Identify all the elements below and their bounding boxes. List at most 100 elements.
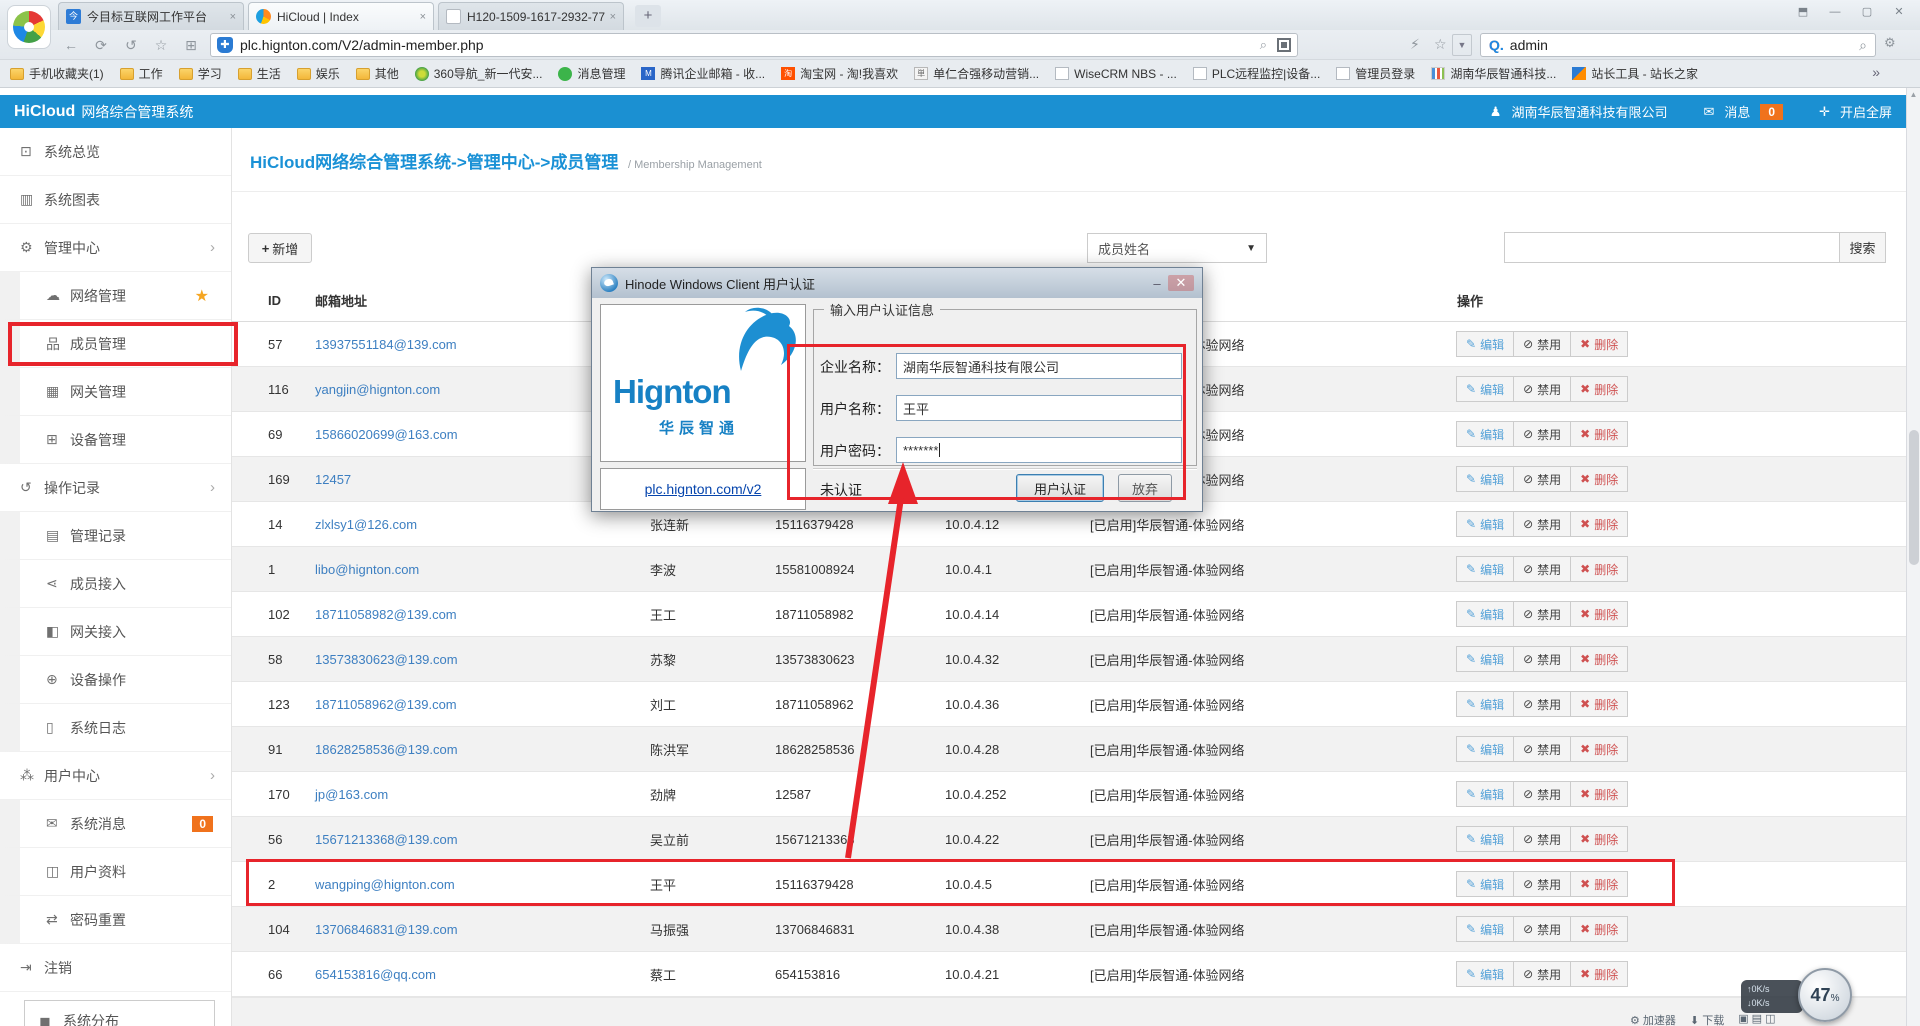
sidebar-item[interactable]: ⋖ 成员接入 (0, 560, 231, 608)
bookmark-item[interactable]: PLC远程监控|设备... (1193, 65, 1320, 82)
cell-email-link[interactable]: 18711058962@139.com (315, 697, 650, 712)
edit-button[interactable]: ✎编辑 (1456, 556, 1514, 582)
delete-button[interactable]: ✖删除 (1570, 511, 1628, 537)
disable-button[interactable]: ⊘禁用 (1513, 781, 1571, 807)
browser-tab[interactable]: HiCloud | Index × (248, 2, 434, 30)
delete-button[interactable]: ✖删除 (1570, 646, 1628, 672)
edit-button[interactable]: ✎编辑 (1456, 331, 1514, 357)
disable-button[interactable]: ⊘禁用 (1513, 961, 1571, 987)
add-member-button[interactable]: + 新增 (248, 233, 312, 263)
sidebar-item[interactable]: ◫ 用户资料 (0, 848, 231, 896)
sidebar-item[interactable]: ▯ 系统日志 (0, 704, 231, 752)
page-scrollbar[interactable]: ▲ (1906, 88, 1920, 1026)
cell-email-link[interactable]: 13706846831@139.com (315, 922, 650, 937)
bottom-tool-item[interactable]: ⬇ 下载 (1690, 1012, 1724, 1026)
delete-button[interactable]: ✖删除 (1570, 466, 1628, 492)
vendor-link[interactable]: plc.hignton.com/v2 (645, 481, 762, 497)
disable-button[interactable]: ⊘禁用 (1513, 466, 1571, 492)
edit-button[interactable]: ✎编辑 (1456, 781, 1514, 807)
bookmark-item[interactable]: 360导航_新一代安... (415, 65, 543, 82)
cell-email-link[interactable]: 18628258536@139.com (315, 742, 650, 757)
browser-tab[interactable]: 今 今目标互联网工作平台 × (58, 2, 244, 30)
tab-close-icon[interactable]: × (610, 11, 616, 23)
delete-button[interactable]: ✖删除 (1570, 556, 1628, 582)
sidebar-item[interactable]: ✉ 系统消息 0 (0, 800, 231, 848)
bookmark-item[interactable]: 手机收藏夹(1) (10, 65, 104, 82)
disable-button[interactable]: ⊘禁用 (1513, 376, 1571, 402)
sidebar-item[interactable]: ⚙ 管理中心 › (0, 224, 231, 272)
bookmark-item[interactable]: M 腾讯企业邮箱 - 收... (641, 65, 765, 82)
apps-grid-icon[interactable]: ⊞ (180, 35, 202, 55)
edit-button[interactable]: ✎编辑 (1456, 961, 1514, 987)
edit-button[interactable]: ✎编辑 (1456, 691, 1514, 717)
bookmark-item[interactable]: 消息管理 (558, 65, 625, 82)
edit-button[interactable]: ✎编辑 (1456, 421, 1514, 447)
sidebar-item[interactable]: ▦ 网关管理 (0, 368, 231, 416)
bookmark-item[interactable]: 其他 (356, 65, 399, 82)
bookmark-star-icon[interactable]: ☆ (1434, 36, 1447, 53)
bookmark-item[interactable]: 学习 (179, 65, 222, 82)
delete-button[interactable]: ✖删除 (1570, 961, 1628, 987)
delete-button[interactable]: ✖删除 (1570, 736, 1628, 762)
search-query-text[interactable]: admin (1510, 37, 1859, 53)
sidebar-item[interactable]: ◧ 网关接入 (0, 608, 231, 656)
cell-email-link[interactable]: 654153816@qq.com (315, 967, 650, 982)
search-input[interactable] (1504, 232, 1840, 263)
dialog-close-button[interactable]: ✕ (1168, 275, 1194, 291)
delete-button[interactable]: ✖删除 (1570, 916, 1628, 942)
favorites-star-icon[interactable]: ☆ (150, 35, 172, 55)
sidebar-item[interactable]: ⊕ 设备操作 (0, 656, 231, 704)
disable-button[interactable]: ⊘禁用 (1513, 601, 1571, 627)
disable-button[interactable]: ⊘禁用 (1513, 916, 1571, 942)
bottom-tool-item[interactable]: ▣ ▤ ◫ (1738, 1012, 1775, 1026)
edit-button[interactable]: ✎编辑 (1456, 601, 1514, 627)
disable-button[interactable]: ⊘禁用 (1513, 646, 1571, 672)
bookmark-item[interactable]: 工作 (120, 65, 163, 82)
browser-logo-icon[interactable] (7, 5, 51, 49)
cell-email-link[interactable]: libo@hignton.com (315, 562, 650, 577)
sidebar-item[interactable]: ▤ 管理记录 (0, 512, 231, 560)
disable-button[interactable]: ⊘禁用 (1513, 556, 1571, 582)
sidebar-item[interactable]: ⊞ 设备管理 (0, 416, 231, 464)
sidebar-item[interactable]: ◼ 系统分布 (24, 1000, 215, 1026)
address-bar[interactable]: ✚ plc.hignton.com/V2/admin-member.php ⌕ (210, 33, 1298, 57)
cell-email-link[interactable]: 13573830623@139.com (315, 652, 650, 667)
scroll-up-icon[interactable]: ▲ (1907, 90, 1920, 99)
delete-button[interactable]: ✖删除 (1570, 421, 1628, 447)
filter-dropdown[interactable]: 成员姓名 ▼ (1087, 233, 1267, 263)
sidebar-item[interactable]: ⊡ 系统总览 (0, 128, 231, 176)
tab-close-icon[interactable]: × (230, 11, 236, 23)
messages-link[interactable]: 消息 (1724, 102, 1750, 121)
favorites-dropdown-icon[interactable]: ▼ (1452, 34, 1472, 56)
restore-button[interactable]: ▢ (1854, 2, 1880, 20)
fullscreen-toggle[interactable]: 开启全屏 (1840, 102, 1892, 121)
new-tab-button[interactable]: + (635, 5, 661, 27)
minimize-button[interactable]: — (1822, 2, 1848, 20)
disable-button[interactable]: ⊘禁用 (1513, 421, 1571, 447)
dialog-titlebar[interactable]: Hinode Windows Client 用户认证 – ✕ (592, 268, 1202, 298)
edit-button[interactable]: ✎编辑 (1456, 376, 1514, 402)
cell-email-link[interactable]: jp@163.com (315, 787, 650, 802)
bookmarks-overflow-icon[interactable]: » (1872, 64, 1880, 80)
sidebar-item[interactable]: ⇥ 注销 (0, 944, 231, 992)
qr-code-icon[interactable] (1277, 38, 1291, 52)
skin-icon[interactable]: ⬒ (1790, 2, 1816, 20)
search-icon[interactable]: ⌕ (1859, 37, 1867, 54)
bookmark-item[interactable]: 湖南华辰智通科技... (1431, 65, 1556, 82)
bottom-tool-item[interactable]: ⚙ 加速器 (1630, 1012, 1676, 1026)
edit-button[interactable]: ✎编辑 (1456, 646, 1514, 672)
speed-bolt-icon[interactable]: ⚡ (1410, 36, 1420, 53)
bookmark-item[interactable]: WiseCRM NBS - ... (1055, 67, 1177, 81)
find-zoom-icon[interactable]: ⌕ (1260, 37, 1267, 53)
bookmark-item[interactable]: 管理员登录 (1336, 65, 1415, 82)
sidebar-item[interactable]: ☁ 网络管理 ★ (0, 272, 231, 320)
close-button[interactable]: ✕ (1886, 2, 1912, 20)
sidebar-item[interactable]: ⁂ 用户中心 › (0, 752, 231, 800)
disable-button[interactable]: ⊘禁用 (1513, 826, 1571, 852)
sidebar-item[interactable]: ↺ 操作记录 › (0, 464, 231, 512)
bookmark-item[interactable]: 淘 淘宝网 - 淘!我喜欢 (781, 65, 898, 82)
browser-tab[interactable]: H120-1509-1617-2932-77 × (438, 2, 624, 30)
delete-button[interactable]: ✖删除 (1570, 331, 1628, 357)
edit-button[interactable]: ✎编辑 (1456, 736, 1514, 762)
url-text[interactable]: plc.hignton.com/V2/admin-member.php (240, 37, 1250, 53)
